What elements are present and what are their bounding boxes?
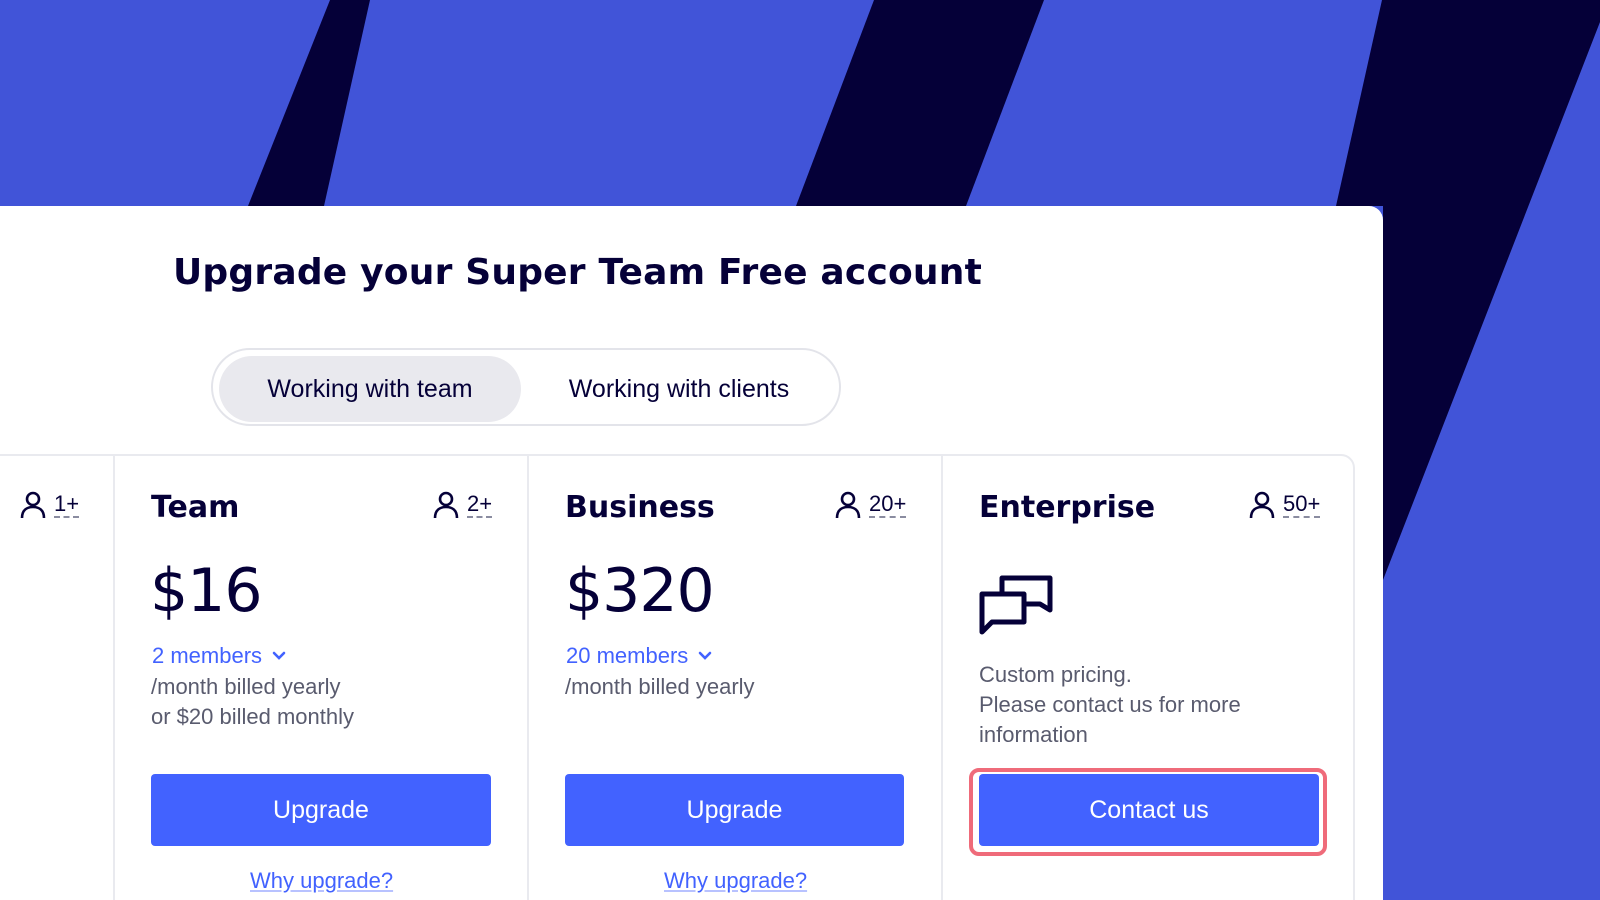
members-label: 2 members <box>152 643 263 668</box>
billing-yearly-team: /month billed yearly <box>151 674 341 699</box>
audience-toggle: Working with team Working with clients <box>211 348 841 426</box>
user-icon <box>433 491 459 519</box>
members-label: 20 members <box>566 643 689 668</box>
toggle-working-with-team[interactable]: Working with team <box>219 356 521 422</box>
seat-count-label[interactable]: 1+ <box>54 492 80 518</box>
seat-count-team: 2+ <box>433 490 493 520</box>
billing-monthly-team: or $20 billed monthly <box>151 704 355 729</box>
user-icon <box>835 491 861 519</box>
contact-us-button[interactable]: Contact us <box>979 774 1319 846</box>
price-business: $320 <box>565 556 715 626</box>
upgrade-panel: Upgrade your Super Team Free account Wor… <box>0 206 1383 900</box>
chat-bubbles-icon <box>979 575 1053 635</box>
upgrade-button-business[interactable]: Upgrade <box>565 774 904 846</box>
seat-count-enterprise: 50+ <box>1249 490 1321 520</box>
toggle-working-with-clients[interactable]: Working with clients <box>527 356 831 422</box>
plan-name-business: Business <box>565 490 715 525</box>
price-team: $16 <box>150 556 263 626</box>
seat-count-label[interactable]: 2+ <box>467 492 493 518</box>
seat-count-free: 1+ <box>20 490 80 520</box>
seat-count-business: 20+ <box>835 490 907 520</box>
members-dropdown-business[interactable]: 20 members <box>566 643 712 669</box>
plan-divider <box>527 454 529 900</box>
chevron-down-icon <box>272 651 286 660</box>
plan-divider <box>113 454 115 900</box>
upgrade-button-team[interactable]: Upgrade <box>151 774 491 846</box>
user-icon <box>1249 491 1275 519</box>
contact-info-text: Please contact us for more information <box>979 692 1241 747</box>
page-title: Upgrade your Super Team Free account <box>173 252 982 293</box>
user-icon <box>20 491 46 519</box>
why-upgrade-link-team[interactable]: Why upgrade? <box>250 868 393 894</box>
members-dropdown-team[interactable]: 2 members <box>152 643 286 669</box>
billing-yearly-business: /month billed yearly <box>565 674 755 699</box>
plan-divider <box>941 454 943 900</box>
seat-count-label[interactable]: 20+ <box>869 492 907 518</box>
why-upgrade-link-business[interactable]: Why upgrade? <box>664 868 807 894</box>
plan-name-team: Team <box>151 490 240 525</box>
seat-count-label[interactable]: 50+ <box>1283 492 1321 518</box>
enterprise-description: Custom pricing. Please contact us for mo… <box>979 660 1309 750</box>
chevron-down-icon <box>698 651 712 660</box>
custom-pricing-text: Custom pricing. <box>979 662 1132 687</box>
plan-name-enterprise: Enterprise <box>979 490 1156 525</box>
